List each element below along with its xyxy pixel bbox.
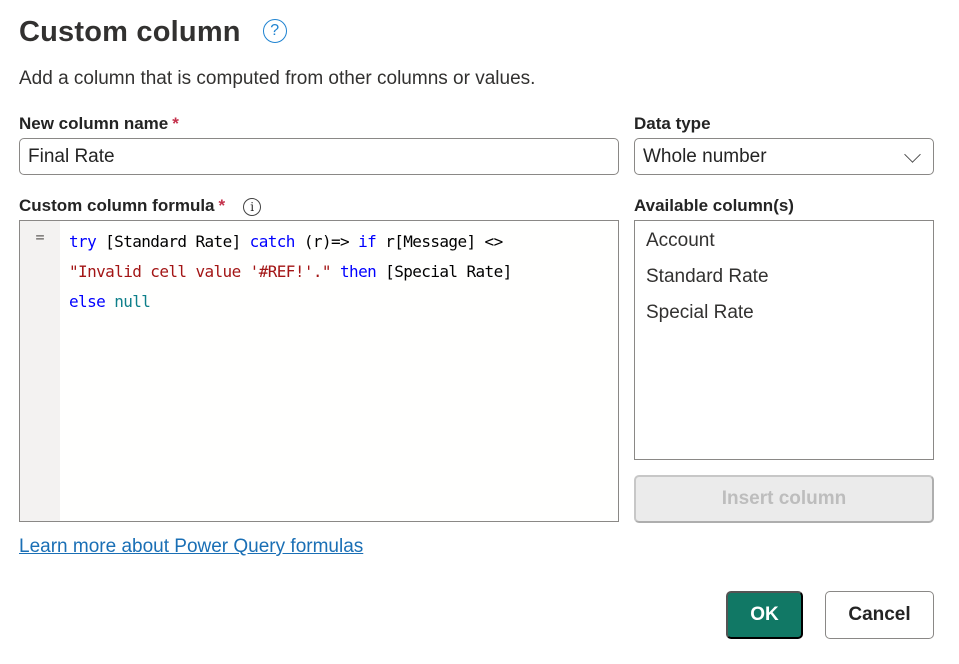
formula-token-string: "Invalid cell value '#REF!'.": [69, 262, 332, 281]
formula-label: Custom column formula * i: [19, 196, 262, 216]
required-mark: *: [172, 114, 179, 133]
available-columns-label: Available column(s): [634, 196, 794, 215]
formula-token-plain: [Special Rate]: [376, 262, 512, 281]
data-type-selected: Whole number: [643, 145, 767, 167]
data-type-label: Data type: [634, 114, 711, 133]
equals-sign: =: [35, 228, 45, 246]
required-mark: *: [218, 196, 226, 215]
formula-token-keyword: catch: [249, 232, 296, 251]
dialog-title: Custom column: [19, 16, 241, 48]
formula-editor[interactable]: = try [Standard Rate] catch (r)=> if r[M…: [19, 220, 619, 522]
formula-code[interactable]: try [Standard Rate] catch (r)=> if r[Mes…: [60, 221, 512, 521]
available-columns-list[interactable]: Account Standard Rate Special Rate: [634, 220, 934, 460]
formula-token-keyword: then: [340, 262, 377, 281]
formula-token-literal: null: [114, 292, 151, 311]
column-list-item[interactable]: Special Rate: [635, 299, 933, 335]
column-name-value: Final Rate: [28, 145, 115, 167]
formula-token-plain: r[Message] <>: [376, 232, 503, 251]
insert-column-button[interactable]: Insert column: [634, 475, 934, 523]
formula-token-plain: (r)=>: [294, 232, 359, 251]
formula-token-keyword: try: [69, 232, 97, 251]
formula-token-plain: [331, 262, 340, 281]
column-list-item[interactable]: Standard Rate: [635, 263, 933, 299]
ok-button[interactable]: OK: [726, 591, 803, 639]
formula-token-plain: [Standard Rate]: [96, 232, 250, 251]
formula-label-text: Custom column formula: [19, 196, 215, 215]
data-type-dropdown[interactable]: Whole number: [634, 138, 934, 175]
dialog-subtitle: Add a column that is computed from other…: [19, 68, 536, 89]
formula-token-keyword: if: [358, 232, 377, 251]
cancel-button[interactable]: Cancel: [825, 591, 934, 639]
column-list-item[interactable]: Account: [635, 227, 933, 263]
column-name-label: New column name *: [19, 114, 179, 134]
chevron-down-icon: [904, 146, 921, 163]
formula-line: "Invalid cell value '#REF!'." then [Spec…: [69, 257, 512, 287]
formula-line: try [Standard Rate] catch (r)=> if r[Mes…: [69, 227, 512, 257]
formula-line: else null: [69, 287, 512, 317]
editor-gutter: =: [20, 221, 60, 521]
dialog-header: Custom column ?: [19, 16, 287, 49]
formula-token-plain: [105, 292, 114, 311]
question-circle-icon[interactable]: ?: [262, 18, 287, 43]
column-name-input[interactable]: Final Rate: [19, 138, 619, 175]
column-name-label-text: New column name: [19, 114, 169, 133]
info-icon[interactable]: i: [243, 197, 262, 216]
formula-token-keyword: else: [69, 292, 106, 311]
learn-more-link[interactable]: Learn more about Power Query formulas: [19, 536, 363, 558]
